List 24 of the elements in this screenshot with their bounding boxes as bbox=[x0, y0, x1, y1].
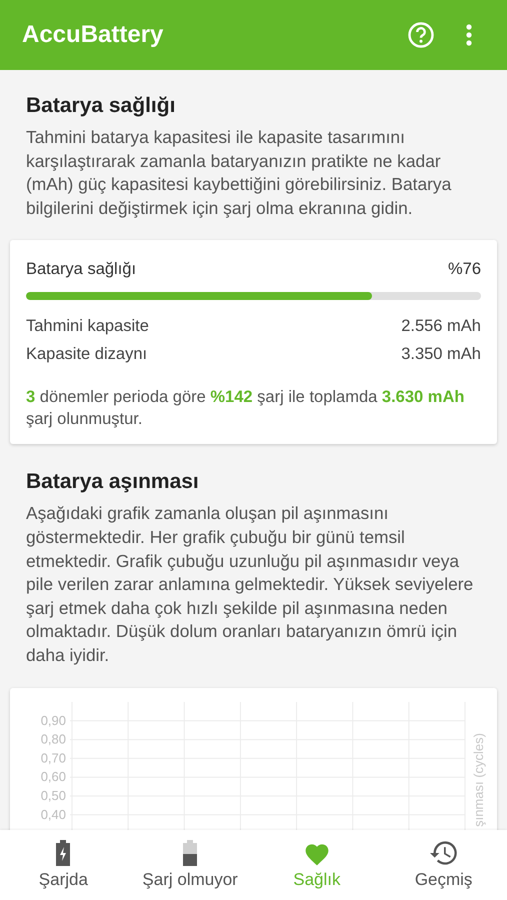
y-tick-label: 0,50 bbox=[40, 788, 66, 803]
health-label: Batarya sağlığı bbox=[26, 260, 136, 280]
section-title: Batarya aşınması bbox=[26, 470, 200, 494]
capacity-label: Tahmini kapasite bbox=[26, 316, 149, 338]
capacity-label: Kapasite dizaynı bbox=[26, 344, 148, 366]
history-icon bbox=[430, 840, 458, 866]
section-description: Tahmini batarya kapasitesi ile kapasite tasarımını karşılaştırarak zamanla bataryanızın pratikte ne kadar (mAh) güç kapasitesi kaybettiğini görebilirsiniz. Batarya bilgilerini değiştirmek için şarj olma ekranına gidin. bbox=[26, 126, 452, 220]
app-title: AccuBattery bbox=[22, 21, 164, 49]
y-tick-label: 0,40 bbox=[40, 806, 66, 822]
y-tick-label: 0,70 bbox=[40, 750, 66, 765]
y-tick-label: 0,80 bbox=[40, 731, 66, 746]
section-title: Batarya sağlığı bbox=[26, 94, 176, 118]
charge-summary: 3 dönemler perioda göre %142 şarj ile toplamda 3.630 mAh şarj olunmuştur. bbox=[26, 387, 466, 430]
section-description: Aşağıdaki grafik zamanla oluşan pil aşınmasını göstermektedir. Her grafik çubuğu bir günü temsil etmektedir. Grafik çubuğu uzunluğu pil aşınmasıdır veya pile verilen zarar anlamına gelmektedir. Yüksek seviyelere şarj etmek daha çok hızlı şekilde pil aşınmasına neden olmaktadır. Düşük dolum oranları bataryanızın ömrü için daha iyidir. bbox=[26, 502, 474, 667]
health-value: %76 bbox=[448, 260, 481, 280]
battery-icon bbox=[183, 840, 198, 866]
nav-tab[interactable]: Geçmiş bbox=[380, 830, 507, 900]
capacity-value: 2.556 mAh bbox=[401, 316, 481, 338]
y-tick-label: 0,90 bbox=[40, 712, 66, 728]
nav-tab[interactable]: Şarjda bbox=[0, 830, 127, 900]
nav-tab[interactable]: Şarj olmuyor bbox=[126, 830, 254, 900]
charging-battery-icon bbox=[56, 840, 70, 866]
y-tick-label: 0,60 bbox=[40, 768, 66, 784]
capacity-value: 3.350 mAh bbox=[401, 344, 481, 366]
